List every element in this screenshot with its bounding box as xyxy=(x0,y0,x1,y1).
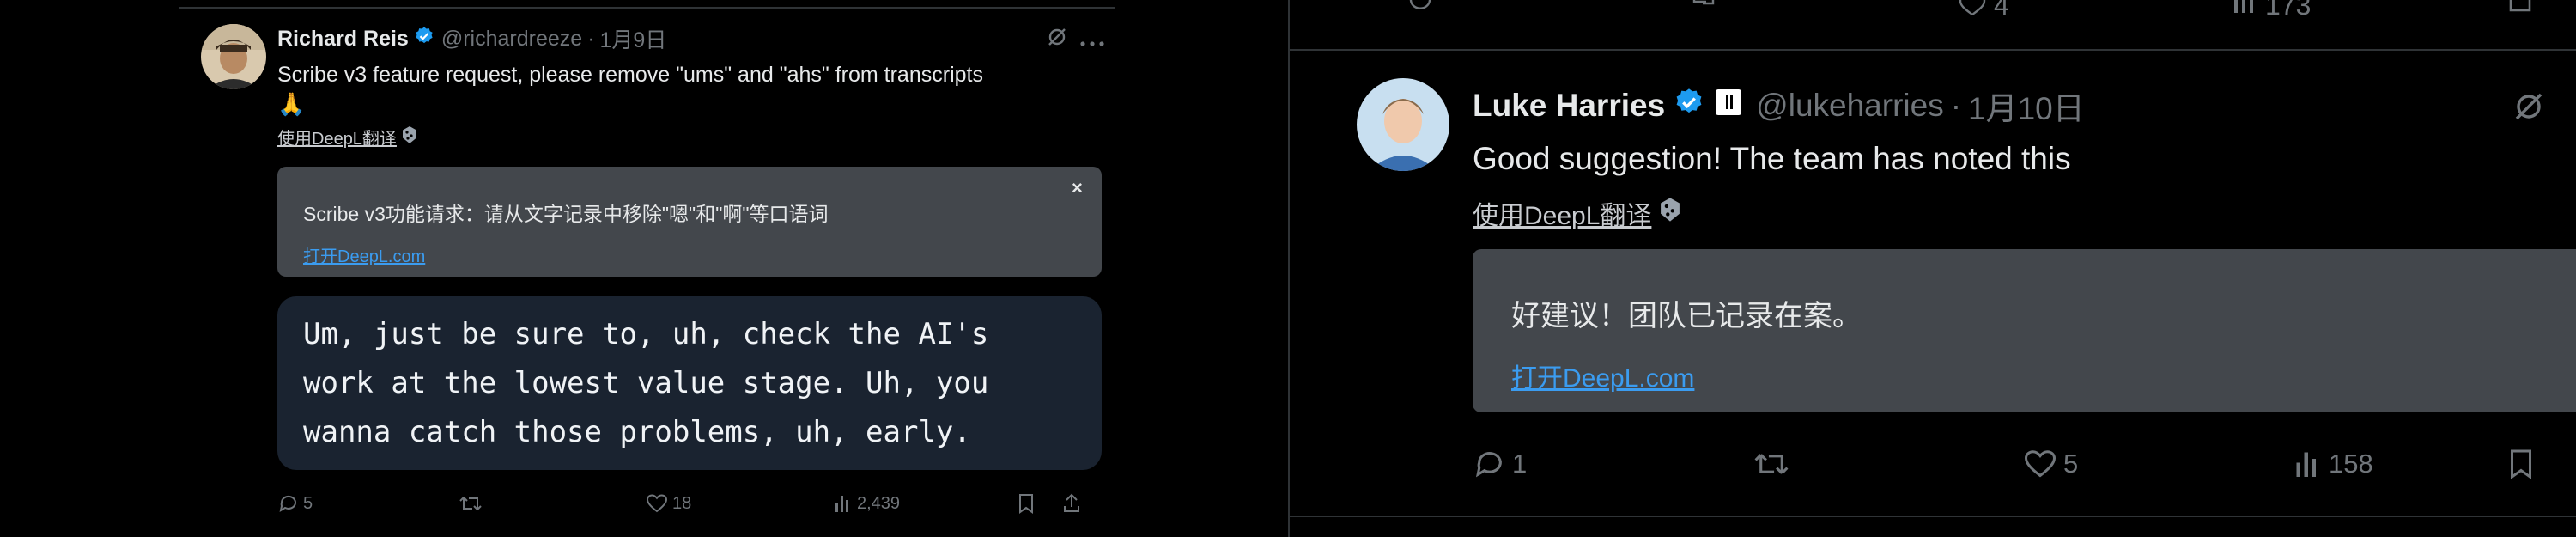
prev-like-button[interactable]: 4 xyxy=(1956,0,2009,21)
heart-icon xyxy=(2024,450,2057,478)
share-icon xyxy=(1064,493,1079,512)
left-panel: Richard Reis @richardreeze · 1月9日 Scribe… xyxy=(179,0,1115,537)
right-panel-border xyxy=(1288,0,1290,537)
luke-avatar[interactable] xyxy=(1357,78,1449,171)
verified-badge-icon xyxy=(414,26,434,52)
translation-box: Scribe v3功能请求：请从文字记录中移除"嗯"和"啊"等口语词 打开Dee… xyxy=(277,167,1102,277)
translate-link[interactable]: 使用DeepL翻译 xyxy=(1473,194,1651,232)
views-icon xyxy=(2234,0,2253,13)
prev-views-count: 173 xyxy=(2265,0,2312,21)
views-count: 2,439 xyxy=(857,493,901,513)
heart-icon xyxy=(646,494,668,513)
retweet-icon xyxy=(459,497,482,510)
tweet-date[interactable]: 1月9日 xyxy=(600,23,667,54)
bookmark-icon xyxy=(2511,449,2531,479)
retweet-icon xyxy=(1754,454,1789,474)
views-button[interactable]: 2,439 xyxy=(833,492,900,515)
quoted-transcript-block: Um, just be sure to, uh, check the AI's … xyxy=(277,296,1102,470)
tweet-text: Scribe v3 feature request, please remove… xyxy=(277,63,983,87)
transcript-line: Um, just be sure to, uh, check the AI's xyxy=(303,317,989,351)
reply-count: 5 xyxy=(303,493,313,513)
bottom-divider xyxy=(1288,516,2576,517)
heart-icon xyxy=(1959,0,1986,15)
verified-badge-icon xyxy=(1674,87,1704,125)
open-deepl-link[interactable]: 打开DeepL.com xyxy=(1511,357,1694,394)
bookmark-button[interactable] xyxy=(1016,492,1036,515)
grok-icon[interactable] xyxy=(1046,26,1068,52)
like-count: 18 xyxy=(672,493,692,513)
deepl-icon xyxy=(401,125,418,150)
retweet-button[interactable] xyxy=(458,492,483,515)
reply-icon xyxy=(279,495,296,513)
like-button[interactable]: 5 xyxy=(2022,447,2078,481)
prev-views-button[interactable]: 173 xyxy=(2231,0,2311,21)
author-name[interactable]: Richard Reis xyxy=(277,27,409,52)
prev-bookmark-icon[interactable] xyxy=(2506,0,2535,12)
left-tweet-header: Richard Reis @richardreeze · 1月9日 xyxy=(277,24,666,53)
dot-separator: · xyxy=(587,26,595,51)
author-handle[interactable]: @lukeharries xyxy=(1756,88,1944,124)
dot-separator: · xyxy=(1950,88,1962,123)
share-button[interactable] xyxy=(1061,492,1082,515)
grok-icon[interactable] xyxy=(2512,89,2546,128)
translate-row: 使用DeepL翻译 xyxy=(277,125,418,150)
translation-text: Scribe v3功能请求：请从文字记录中移除"嗯"和"啊"等口语词 xyxy=(303,203,829,225)
close-translation-icon[interactable]: × xyxy=(1072,177,1083,199)
views-button[interactable]: 158 xyxy=(2293,447,2373,481)
richard-avatar[interactable] xyxy=(201,24,266,89)
right-panel: 4 173 Luke Harries @lukeharries · 1月10日 … xyxy=(1288,0,2576,537)
tweet-divider xyxy=(1288,49,2576,51)
views-count: 158 xyxy=(2329,449,2373,479)
like-count: 5 xyxy=(2063,449,2079,479)
open-deepl-link[interactable]: 打开DeepL.com xyxy=(303,242,425,267)
prev-retweet-icon[interactable] xyxy=(1687,0,1722,12)
transcript-line: work at the lowest value stage. Uh, you xyxy=(303,366,989,400)
views-icon xyxy=(835,496,848,512)
prev-reply-icon[interactable] xyxy=(1408,0,1436,12)
reply-count: 1 xyxy=(1512,449,1528,479)
translate-link[interactable]: 使用DeepL翻译 xyxy=(277,125,397,150)
bookmark-icon xyxy=(1019,494,1033,514)
translate-row: 使用DeepL翻译 xyxy=(1473,194,1682,232)
tweet-date[interactable]: 1月10日 xyxy=(1968,82,2085,129)
translation-box: 好建议！团队已记录在案。 打开DeepL.com xyxy=(1473,249,2576,412)
reply-button[interactable]: 5 xyxy=(277,492,313,515)
deepl-icon xyxy=(1658,197,1682,229)
author-handle[interactable]: @richardreeze xyxy=(441,27,582,52)
tweet-emoji: 🙏 xyxy=(277,91,306,117)
transcript-line: wanna catch those problems, uh, early. xyxy=(303,415,971,449)
like-button[interactable]: 18 xyxy=(645,492,691,515)
prev-like-count: 4 xyxy=(1994,0,2009,21)
right-tweet-header: Luke Harries @lukeharries · 1月10日 xyxy=(1473,86,2085,126)
translation-text: 好建议！团队已记录在案。 xyxy=(1511,300,1862,333)
reply-icon xyxy=(1475,452,1502,478)
left-top-divider xyxy=(179,7,1115,9)
tweet-text: Good suggestion! The team has noted this xyxy=(1473,141,2071,176)
more-options-icon[interactable] xyxy=(1080,35,1104,51)
views-icon xyxy=(2296,452,2316,477)
bookmark-button[interactable] xyxy=(2506,447,2537,481)
affiliate-badge-icon xyxy=(1713,87,1744,125)
retweet-button[interactable] xyxy=(1752,447,1791,481)
author-name[interactable]: Luke Harries xyxy=(1473,88,1665,124)
reply-button[interactable]: 1 xyxy=(1473,447,1527,481)
